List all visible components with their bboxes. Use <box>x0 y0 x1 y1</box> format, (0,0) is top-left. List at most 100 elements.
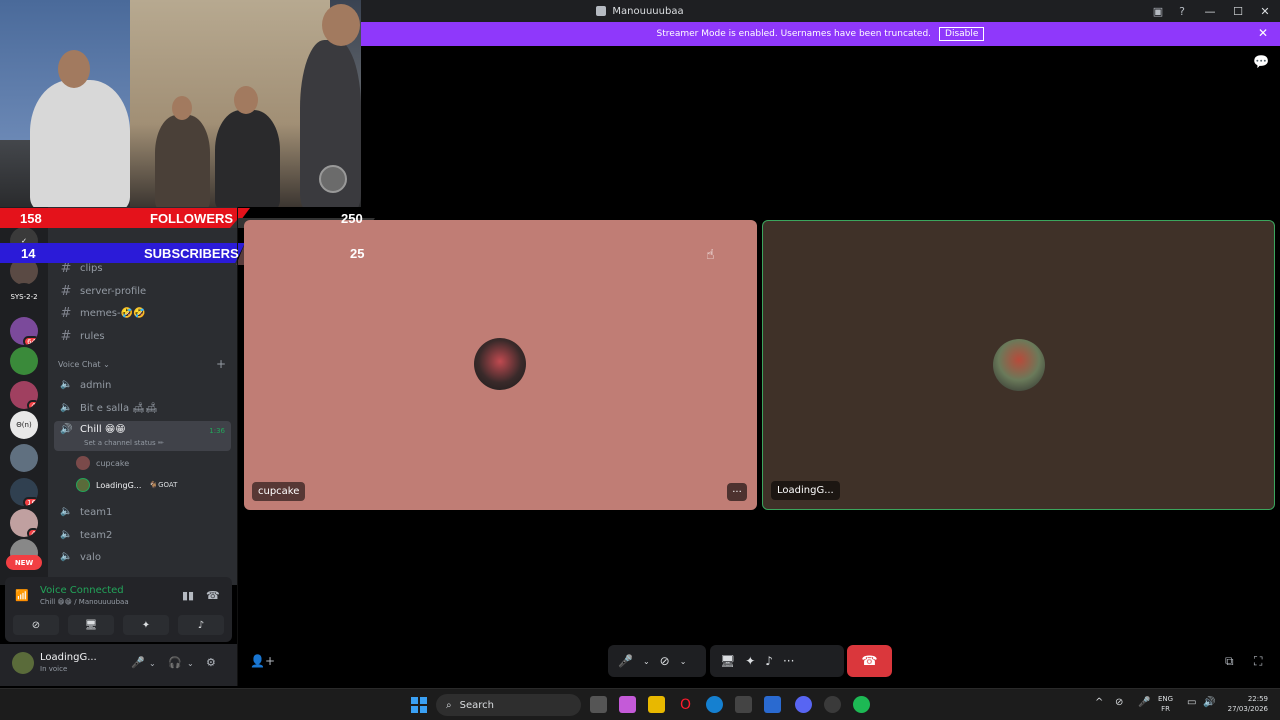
mail-icon[interactable] <box>764 696 781 713</box>
clock[interactable]: 22:59 27/03/2026 <box>1224 694 1268 714</box>
edge-icon[interactable] <box>706 696 723 713</box>
more-options-icon[interactable]: ··· <box>783 654 794 668</box>
more-options-button[interactable]: ··· <box>727 483 747 501</box>
server-icon[interactable] <box>10 444 38 472</box>
activity-controls: 🖥 ✦ ♪ ··· <box>710 645 844 677</box>
participant-avatar <box>474 338 526 390</box>
media-controls: 🎤 ⌄ ⊘ ⌄ <box>608 645 706 677</box>
person-head <box>322 4 360 46</box>
participant-tile-loading[interactable]: LoadingG... <box>762 220 1275 510</box>
settings-gear-icon[interactable]: ⚙ <box>206 656 216 669</box>
server-rail: ✓ SYS-2-2 64 4 Θ(n) 16 4 <box>0 207 48 585</box>
chevron-up-icon[interactable]: ^ <box>1095 697 1103 708</box>
speaker-icon: 🔊 <box>60 424 73 435</box>
taskbar-search[interactable]: ⌕ Search <box>436 694 581 716</box>
server-icon[interactable] <box>10 347 38 375</box>
streamer-mode-banner: Streamer Mode is enabled. Usernames have… <box>361 22 1280 46</box>
server-icon[interactable]: 4 <box>10 509 38 537</box>
soundboard-button[interactable]: ♪ <box>178 615 224 635</box>
invite-to-call-icon[interactable]: 👤+ <box>250 654 275 668</box>
speaker-icon: 🔈 <box>60 506 73 517</box>
voice-channel-team2[interactable]: 🔈 team2 <box>54 525 231 545</box>
voice-channel-bit-e-salla[interactable]: 🔈 Bit e salla 🛋🛋 <box>54 398 231 418</box>
signal-icon[interactable]: 📶 <box>15 589 29 602</box>
voice-connected-panel: 📶 Voice Connected Chill 😁😁 / Manouuuubaa… <box>5 577 232 642</box>
maximize-button[interactable]: ☐ <box>1226 0 1250 22</box>
share-screen-icon[interactable]: 🖥 <box>720 654 735 668</box>
channel-server-profile[interactable]: # server-profile <box>54 281 231 301</box>
chevron-down-icon[interactable]: ⌄ <box>680 657 687 666</box>
server-icon[interactable]: Θ(n) <box>10 411 38 439</box>
chevron-down-icon[interactable]: ⌄ <box>643 657 650 666</box>
user-avatar[interactable] <box>12 652 34 674</box>
opera-gx-icon[interactable]: O <box>677 696 694 713</box>
discord-icon[interactable] <box>795 696 812 713</box>
participant-name: LoadingG... <box>771 481 840 500</box>
voice-chat-category[interactable]: Voice Chat ⌄ <box>58 360 110 369</box>
channel-rules[interactable]: # rules <box>54 326 231 346</box>
voice-channel-admin[interactable]: 🔈 admin <box>54 375 231 395</box>
help-icon[interactable]: ? <box>1170 0 1194 22</box>
microphone-icon[interactable]: 🎤 <box>618 654 633 668</box>
server-icon[interactable]: SYS-2-2 <box>10 283 38 311</box>
camera-off-icon[interactable]: ⊘ <box>660 654 670 668</box>
start-button[interactable] <box>411 697 427 713</box>
server-icon[interactable]: 16 <box>10 478 38 506</box>
hash-icon: # <box>60 328 72 344</box>
username[interactable]: LoadingG... <box>40 652 97 663</box>
close-window-button[interactable]: ✕ <box>1250 0 1280 22</box>
activities-icon[interactable]: ✦ <box>745 654 755 668</box>
participant-tile-cupcake[interactable]: cupcake ··· <box>244 220 757 510</box>
avatar <box>76 456 90 470</box>
subscribers-label: SUBSCRIBERS <box>144 245 239 261</box>
voice-channel-valo[interactable]: 🔈 valo <box>54 547 231 567</box>
hand-cursor-icon: ☝ <box>706 247 715 263</box>
microphone-icon[interactable]: 🎤 <box>131 656 145 669</box>
fullscreen-icon[interactable]: ⛶ <box>1254 654 1262 669</box>
mention-badge: 4 <box>27 528 38 537</box>
volume-icon[interactable]: 🔊 <box>1203 697 1215 708</box>
chevron-down-icon[interactable]: ⌄ <box>149 659 156 668</box>
camera-off-button[interactable]: ⊘ <box>13 615 59 635</box>
voice-channel-chill[interactable]: 🔊 Chill 😁😁 Set a channel status ✏ 1:36 <box>54 421 231 451</box>
file-explorer-icon[interactable] <box>648 696 665 713</box>
leave-call-button[interactable]: ☎ <box>847 645 892 677</box>
task-view-icon[interactable] <box>590 696 607 713</box>
steam-icon[interactable] <box>824 696 841 713</box>
chevron-down-icon[interactable]: ⌄ <box>187 659 194 668</box>
server-icon[interactable]: 64 <box>10 317 38 345</box>
store-icon[interactable] <box>735 696 752 713</box>
screen-share-icon[interactable]: ▣ <box>1146 0 1170 22</box>
webcam-overlay <box>0 0 361 207</box>
copilot-icon[interactable] <box>619 696 636 713</box>
person-head <box>172 96 192 120</box>
person <box>155 115 210 207</box>
spotify-icon[interactable] <box>853 696 870 713</box>
server-icon[interactable]: 4 <box>10 381 38 409</box>
speaker-icon: 🔈 <box>60 529 73 540</box>
voice-channel-link[interactable]: Chill 😁😁 / Manouuuubaa <box>40 598 129 606</box>
mention-badge: 16 <box>23 497 38 506</box>
voice-channel-team1[interactable]: 🔈 team1 <box>54 502 231 522</box>
pop-out-icon[interactable]: ⧉ <box>1225 654 1234 669</box>
channel-status[interactable]: Set a channel status ✏ <box>84 439 164 447</box>
microphone-icon[interactable]: 🎤 <box>1138 697 1150 708</box>
display-icon[interactable]: ▭ <box>1187 697 1196 708</box>
voice-member[interactable]: LoadingG... 🐐GOAT <box>76 476 177 494</box>
voice-member[interactable]: cupcake <box>76 454 129 472</box>
chat-bubble-icon[interactable]: 💬 <box>1253 55 1269 70</box>
channel-memes[interactable]: # memes-🤣🤣 <box>54 303 231 323</box>
discord-app-icon <box>596 6 607 16</box>
close-banner-icon[interactable]: ✕ <box>1258 26 1268 40</box>
noise-suppression-icon[interactable]: ▮▮ <box>182 589 194 602</box>
disable-streamer-mode-button[interactable]: Disable <box>939 27 985 41</box>
minimize-button[interactable]: — <box>1194 0 1226 22</box>
add-channel-icon[interactable]: + <box>216 357 226 371</box>
headphones-icon[interactable]: 🎧 <box>168 656 182 669</box>
wifi-off-icon[interactable]: ⊘ <box>1115 697 1123 708</box>
activities-button[interactable]: ✦ <box>123 615 169 635</box>
disconnect-icon[interactable]: ☎ <box>206 589 220 602</box>
soundboard-icon[interactable]: ♪ <box>765 654 773 668</box>
language-indicator[interactable]: ENG FR <box>1158 694 1173 714</box>
share-screen-button[interactable]: 🖥 <box>68 615 114 635</box>
